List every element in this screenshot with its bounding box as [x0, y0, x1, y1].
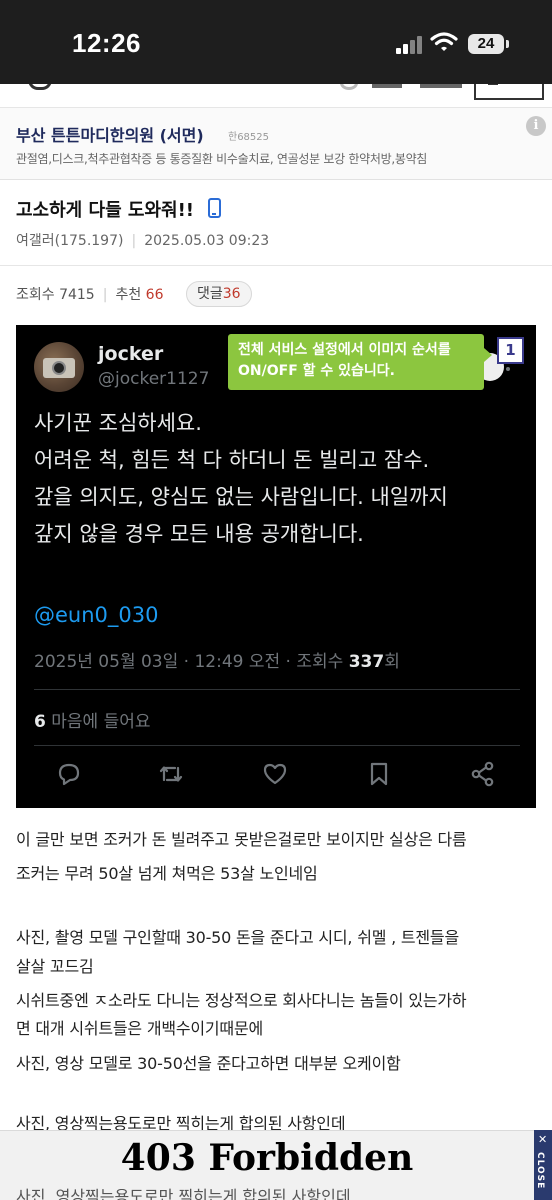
- comment-label: 댓글: [197, 286, 223, 302]
- tweet-date: 2025년 05월 03일 · 12:49 오전 · 조회수: [34, 652, 344, 672]
- retweet-icon: [159, 766, 183, 782]
- more-icon: [506, 367, 510, 371]
- divider: [0, 265, 552, 266]
- header-link-fragment[interactable]: [420, 84, 462, 88]
- battery-icon: 24: [468, 34, 504, 54]
- status-time: 12:26: [72, 28, 141, 58]
- post-title: 고소하게 다들 도와줘!!: [16, 200, 194, 221]
- reply-icon: [58, 763, 80, 786]
- ad-description[interactable]: 관절염,디스크,척추관협착증 등 통증질환 비수술치료, 연골성분 보강 한약처…: [16, 150, 427, 167]
- body-text-line: 살살 꼬드김: [16, 957, 94, 976]
- tweet-views: 337: [348, 652, 385, 672]
- mobile-phone-icon: [208, 198, 221, 218]
- battery-tip: [506, 40, 509, 48]
- meta-divider: |: [131, 233, 137, 249]
- tweet-likes-label: 마음에 들어요: [51, 712, 151, 732]
- tweet-line: 어려운 척, 힘든 척 다 하더니 돈 빌리고 잠수.: [34, 448, 430, 472]
- status-bar: 12:26 24: [0, 0, 552, 84]
- tweet-likes-count: 6: [34, 712, 46, 732]
- tooltip-line: ON/OFF 할 수 있습니다.: [238, 363, 395, 379]
- body-text-line: 조커는 무려 50살 넘게 쳐먹은 53살 노인네임: [16, 864, 318, 883]
- divider: [34, 745, 520, 746]
- tooltip-line: 전체 서비스 설정에서 이미지 순서를: [238, 342, 451, 358]
- cellular-signal-icon: [396, 34, 426, 54]
- logo-fragment[interactable]: [28, 84, 52, 90]
- post-stats: 조회수 7415 | 추천 66: [16, 284, 164, 304]
- body-text-line: 이 글만 보면 조커가 돈 빌려주고 못받은걸로만 보이지만 실상은 다름: [16, 830, 467, 849]
- post-date: 2025.05.03 09:23: [144, 233, 270, 249]
- image-index-badge[interactable]: 1: [497, 337, 524, 364]
- ad-banner[interactable]: 부산 튼튼마디한의원 (서면) 한68525 관절염,디스크,척추관협착증 등 …: [0, 108, 552, 180]
- post-meta: 여갤러(175.197) | 2025.05.03 09:23: [16, 230, 269, 250]
- bookmark-icon: [370, 762, 388, 786]
- close-overlay-button[interactable]: ✕ CLOSE: [534, 1130, 552, 1200]
- body-text-line: 면 대개 시쉬트들은 개백수이기때문에: [16, 1019, 263, 1038]
- tweet-text: 사기꾼 조심하세요. 어려운 척, 힘든 척 다 하더니 돈 빌리고 잠수. 갚…: [34, 405, 448, 553]
- forbidden-overlay-banner: 사진, 영상찍는용도로만 찍히는게 합의된 사항인데 403 Forbidden: [0, 1130, 552, 1200]
- header-link-fragment[interactable]: [372, 84, 402, 88]
- lens-icon: [52, 361, 66, 375]
- image-order-tooltip[interactable]: 전체 서비스 설정에서 이미지 순서를 ON/OFF 할 수 있습니다.: [228, 334, 492, 390]
- wifi-icon: [430, 32, 458, 51]
- tweet-author-name: jocker: [98, 343, 164, 365]
- divider: [34, 689, 520, 690]
- embedded-tweet-image[interactable]: jocker @jocker1127 사기꾼 조심하세요. 어려운 척, 힘든 …: [16, 325, 536, 808]
- comment-count: 36: [222, 286, 241, 302]
- search-icon[interactable]: [340, 84, 358, 90]
- forbidden-text: 403 Forbidden: [120, 1137, 414, 1179]
- tweet-timestamp: 2025년 05월 03일 · 12:49 오전 · 조회수 337회: [34, 647, 400, 672]
- body-text-line: 시쉬트중엔 ㅈ소라도 다니는 정상적으로 회사다니는 놈들이 있는가하: [16, 991, 467, 1010]
- overlay-background-text: 사진, 영상찍는용도로만 찍히는게 합의된 사항인데: [16, 1187, 351, 1200]
- post-author[interactable]: 여갤러(175.197): [16, 233, 123, 249]
- close-icon: ✕: [538, 1133, 548, 1146]
- recommend-count: 66: [145, 287, 164, 303]
- body-text-line: 사진, 촬영 모델 구인할때 30-50 돈을 준다고 시디, 쉬멜 , 트젠들…: [16, 928, 459, 947]
- ad-phone: 한68525: [228, 132, 270, 143]
- tweet-author-handle: @jocker1127: [98, 369, 210, 389]
- comment-count-button[interactable]: 댓글36: [186, 281, 252, 307]
- stats-divider: |: [102, 287, 108, 303]
- share-icon: [471, 761, 494, 787]
- like-icon: [263, 763, 287, 785]
- ad-info-icon[interactable]: i: [526, 116, 546, 136]
- recommend-label: 추천: [115, 287, 142, 303]
- menu-button[interactable]: [474, 84, 544, 100]
- tweet-line: 갚을 의지도, 양심도 없는 사람입니다. 내일까지: [34, 485, 448, 509]
- body-text-line: 사진, 영상 모델로 30-50선을 준다고하면 대부분 오케이함: [16, 1054, 401, 1073]
- tweet-views-unit: 회: [384, 652, 400, 672]
- tweet-line: 사기꾼 조심하세요.: [34, 411, 202, 435]
- ad-title[interactable]: 부산 튼튼마디한의원 (서면): [16, 122, 204, 146]
- tweet-mention: @eun0_030: [34, 603, 159, 627]
- avatar: [34, 342, 84, 392]
- view-count: 조회수 7415: [16, 287, 95, 303]
- tweet-line: 갚지 않을 경우 모든 내용 공개합니다.: [34, 522, 364, 546]
- close-label: CLOSE: [535, 1152, 545, 1190]
- page-header-clipped: [0, 84, 552, 108]
- tweet-likes: 6 마음에 들어요: [34, 707, 151, 732]
